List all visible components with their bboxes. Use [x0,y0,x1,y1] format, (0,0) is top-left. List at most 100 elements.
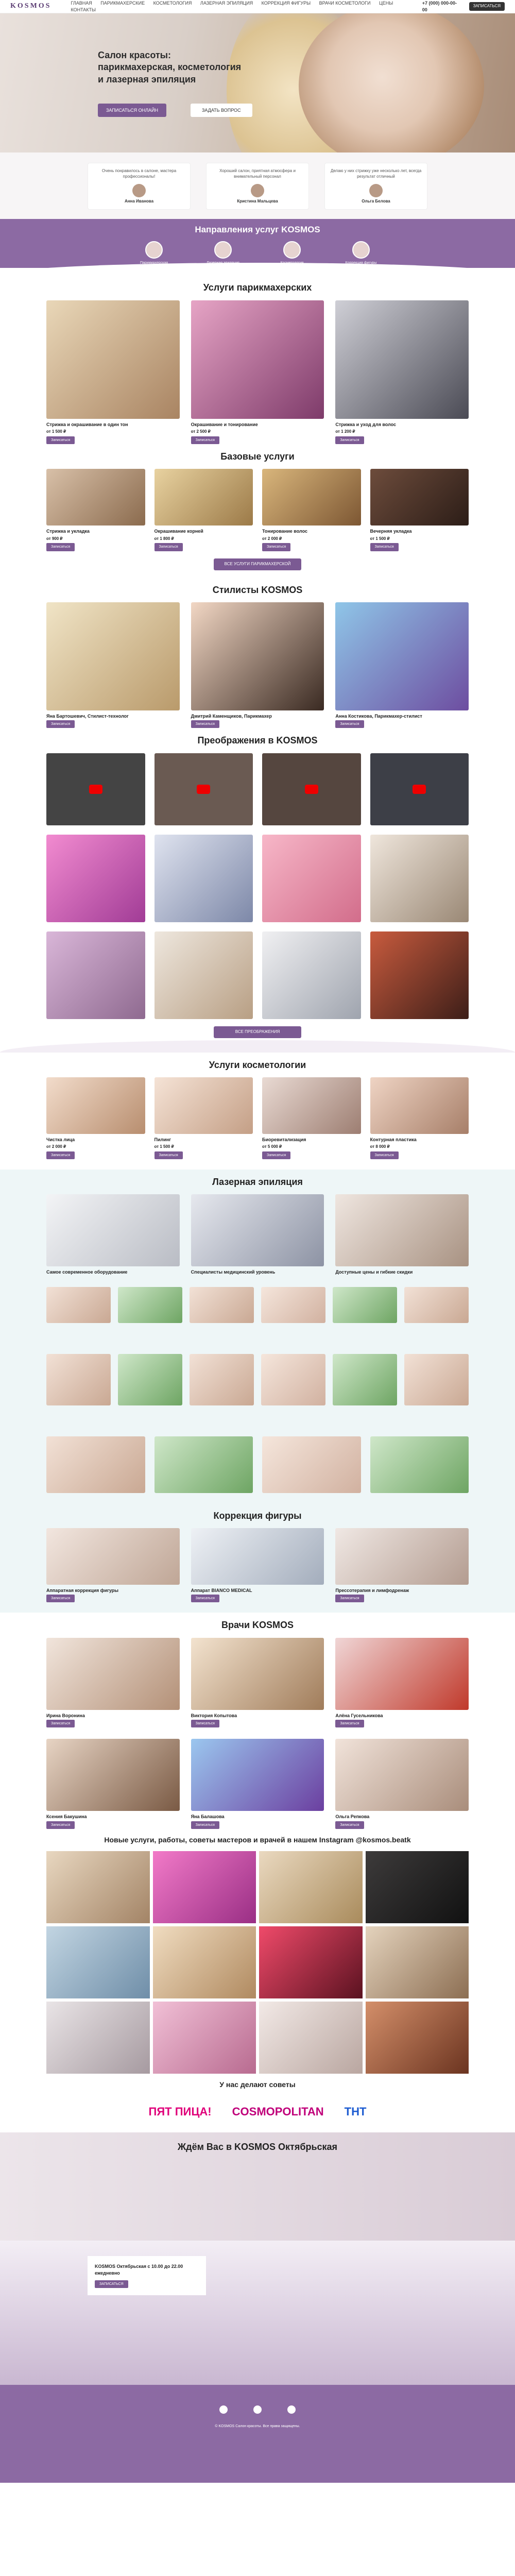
book-online-button[interactable]: ЗАПИСАТЬСЯ ОНЛАЙН [98,104,166,117]
transform-card [262,931,361,1019]
service-price: от 2 000 ₽ [262,536,282,541]
book-button[interactable]: Записаться [191,436,219,445]
laser-zones-large [46,1436,469,1493]
doctor-photo [335,1739,469,1811]
review-author: Кристина Мальцева [237,198,278,204]
service-card: Аппаратная коррекция фигуры Записаться [46,1528,180,1603]
book-button[interactable]: Записаться [46,543,75,551]
zone-card[interactable] [404,1353,469,1405]
instagram-post[interactable] [46,1926,150,1998]
direction-item[interactable]: Парикмахерская [138,241,170,265]
instagram-post[interactable] [259,1926,363,1998]
book-button[interactable]: Записаться [191,1719,219,1728]
direction-item[interactable]: Лазерная эпиляция [207,241,239,265]
zone-card[interactable] [118,1286,182,1323]
zone-card[interactable] [261,1286,325,1323]
nav-item[interactable]: КОРРЕКЦИЯ ФИГУРЫ [262,1,311,6]
book-button[interactable]: Записаться [46,1595,75,1603]
zone-card[interactable] [261,1353,325,1405]
service-image [46,1528,180,1585]
book-button[interactable]: Записаться [46,720,75,728]
stylist-photo [335,602,469,710]
instagram-post[interactable] [152,1926,256,1998]
transform-photo [46,931,145,1019]
book-button[interactable]: Записаться [335,1719,364,1728]
direction-item[interactable]: Косметология [276,241,308,265]
service-card: Прессотерапия и лимфодренаж Записаться [335,1528,469,1603]
direction-item[interactable]: Коррекция фигуры [345,241,377,265]
book-button[interactable]: Записаться [335,436,364,445]
zone-image [190,1286,254,1323]
book-button[interactable]: Записаться [262,1151,291,1160]
book-button[interactable]: Записаться [335,1595,364,1603]
vk-icon[interactable] [253,2405,262,2414]
book-button[interactable]: Записаться [370,543,399,551]
book-button[interactable]: Записаться [46,1719,75,1728]
transform-gallery [46,834,469,1019]
salon-book-button[interactable]: ЗАПИСАТЬСЯ [95,2280,128,2289]
instagram-post[interactable] [259,2001,363,2074]
salon-info: KOSMOS Октябрьская с 10.00 до 22.00 ежед… [88,2256,206,2296]
instagram-post[interactable] [365,1851,469,1923]
zone-card[interactable] [404,1286,469,1323]
instagram-post[interactable] [152,1851,256,1923]
zone-card[interactable] [46,1353,111,1405]
media-logo: ПЯТ ПИЦА! [148,2105,212,2118]
zone-card[interactable] [118,1353,182,1405]
ask-question-button[interactable]: ЗАДАТЬ ВОПРОС [191,104,252,117]
transform-photo [154,834,253,922]
instagram-post[interactable] [365,1926,469,1998]
zone-card[interactable] [370,1436,469,1493]
zone-image [404,1353,469,1405]
logo[interactable]: KOSMOS [10,2,51,11]
zone-card[interactable] [262,1436,361,1493]
nav-item[interactable]: ЛАЗЕРНАЯ ЭПИЛЯЦИЯ [200,1,253,6]
zone-card[interactable] [190,1286,254,1323]
doctor-name: Виктория Копытова [191,1713,237,1718]
instagram-icon[interactable] [219,2405,228,2414]
zone-card[interactable] [333,1286,397,1323]
phone-number[interactable]: +7 (000) 000-00-00 [422,0,460,12]
book-button[interactable]: Записаться [335,1821,364,1829]
book-button[interactable]: Записаться [335,720,364,728]
nav-item[interactable]: КОНТАКТЫ [71,7,96,12]
book-button[interactable]: Записаться [370,1151,399,1160]
nav-item[interactable]: ГЛАВНАЯ [71,1,92,6]
basic-services-title: Базовые услуги [220,451,295,462]
instagram-post[interactable] [365,2001,469,2074]
book-button[interactable]: Записаться [154,543,183,551]
zone-card[interactable] [333,1353,397,1405]
zone-card[interactable] [154,1436,253,1493]
video-player[interactable] [46,753,145,825]
video-player[interactable] [154,753,253,825]
video-player[interactable] [370,753,469,825]
nav-item[interactable]: ВРАЧИ КОСМЕТОЛОГИ [319,1,371,6]
all-hair-services-button[interactable]: ВСЕ УСЛУГИ ПАРИКМАХЕРСКОЙ [214,558,301,570]
instagram-post[interactable] [152,2001,256,2074]
book-button[interactable]: Записаться [154,1151,183,1160]
video-player[interactable] [262,753,361,825]
instagram-post[interactable] [46,1851,150,1923]
instagram-post[interactable] [46,2001,150,2074]
doctor-photo [335,1637,469,1710]
book-button[interactable]: Записаться [46,1821,75,1829]
nav-item[interactable]: ПАРИКМАХЕРСКИЕ [100,1,145,6]
book-button[interactable]: Записаться [191,1821,219,1829]
nav-item[interactable]: КОСМЕТОЛОГИЯ [153,1,192,6]
all-transforms-button[interactable]: ВСЕ ПРЕОБРАЖЕНИЯ [214,1026,301,1038]
service-title: Контурная пластика [370,1137,417,1142]
facebook-icon[interactable] [287,2405,296,2414]
book-button[interactable]: Записаться [46,1151,75,1160]
instagram-post[interactable] [259,1851,363,1923]
book-button[interactable]: Записаться [191,720,219,728]
book-button[interactable]: Записаться [262,543,291,551]
nav-item[interactable]: ЦЕНЫ [379,1,393,6]
service-image [46,300,180,419]
book-button[interactable]: Записаться [46,436,75,445]
zone-card[interactable] [46,1286,111,1323]
zone-card[interactable] [46,1436,145,1493]
book-button[interactable]: Записаться [191,1595,219,1603]
zone-card[interactable] [190,1353,254,1405]
header-cta-button[interactable]: ЗАПИСАТЬСЯ [469,2,505,11]
avatar [251,183,264,197]
